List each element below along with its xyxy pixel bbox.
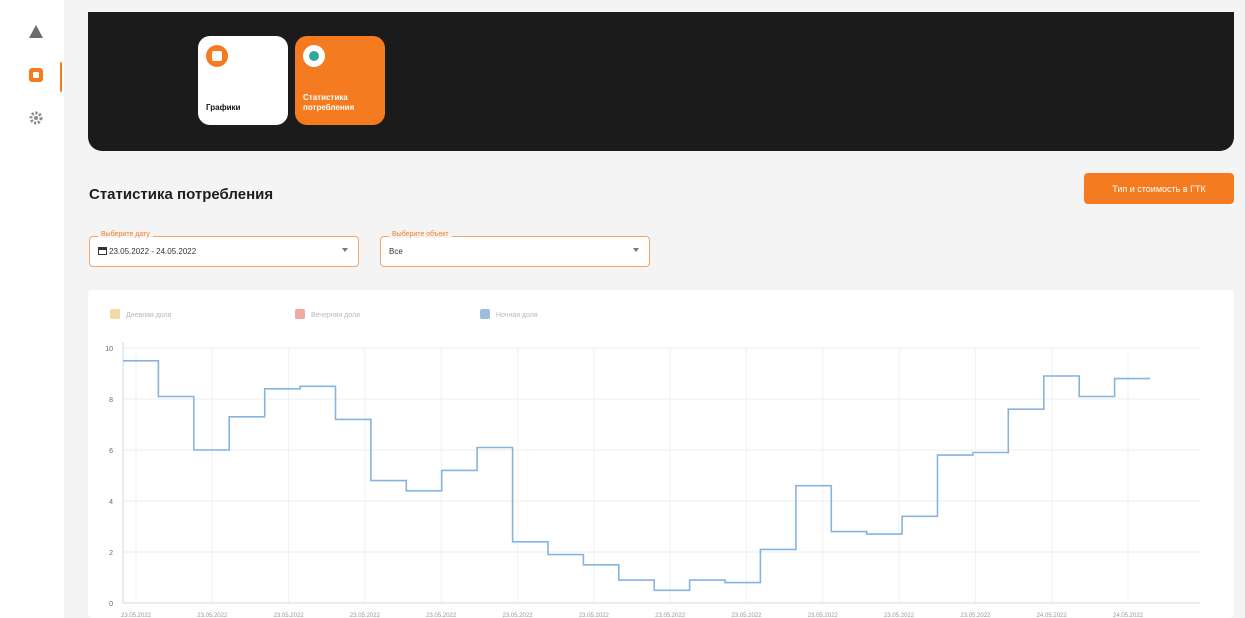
x-tick-label: 24.05.2022 (1113, 613, 1144, 618)
object-field-label: Выберите объект (389, 231, 452, 238)
y-tick-label: 4 (109, 499, 113, 506)
x-tick-label: 23.05.2022 (579, 613, 610, 618)
statistics-icon (303, 45, 325, 67)
sidebar-item-statistics[interactable] (26, 65, 46, 85)
y-tick-label: 8 (109, 397, 113, 404)
graphs-icon (206, 45, 228, 67)
gear-icon (29, 111, 43, 125)
legend-swatch (110, 309, 120, 319)
hero-panel: Графики Статистика потребления (88, 12, 1234, 151)
sidebar-active-indicator (60, 62, 62, 92)
x-tick-label: 23.05.2022 (808, 613, 839, 618)
sidebar (0, 0, 64, 618)
legend-label: Ночная доля (496, 312, 538, 319)
x-tick-label: 23.05.2022 (655, 613, 686, 618)
chevron-down-icon (633, 248, 639, 252)
x-tick-label: 23.05.2022 (503, 613, 534, 618)
calendar-icon (98, 247, 107, 255)
date-field-label: Выберите дату (98, 231, 153, 238)
main-area: Графики Статистика потребления Статистик… (64, 0, 1245, 618)
y-tick-label: 2 (109, 550, 113, 557)
x-tick-label: 23.05.2022 (731, 613, 762, 618)
y-tick-label: 0 (109, 601, 113, 608)
sidebar-item-settings[interactable] (26, 108, 46, 128)
x-tick-label: 23.05.2022 (121, 613, 152, 618)
chart-svg: Дневная доля Вечерняя доля Ночная доля 0 2 4 6… (105, 309, 1200, 618)
x-tick-label: 23.05.2022 (274, 613, 305, 618)
legend-label: Дневная доля (126, 312, 172, 319)
date-field-value: 23.05.2022 - 24.05.2022 (109, 247, 197, 256)
y-tick-label: 6 (109, 448, 113, 455)
x-tick-label: 23.05.2022 (884, 613, 915, 618)
sidebar-item-alerts[interactable] (26, 21, 46, 41)
warning-triangle-icon (29, 24, 43, 38)
date-range-field[interactable]: Выберите дату 23.05.2022 - 24.05.2022 (89, 231, 359, 267)
legend-swatch (480, 309, 490, 319)
x-tick-label: 24.05.2022 (1037, 613, 1068, 618)
mode-card-label: Графики (206, 103, 241, 112)
consumption-chart: Дневная доля Вечерняя доля Ночная доля 0 2 4 6… (88, 290, 1234, 618)
page-title: Статистика потребления (89, 186, 274, 203)
chart-square-icon (29, 68, 43, 82)
mode-card-graphs[interactable]: Графики (198, 36, 288, 125)
mode-card-label: Статистика потребления (303, 93, 355, 112)
object-field-value: Все (389, 247, 403, 256)
date-field-value-wrap: 23.05.2022 - 24.05.2022 (98, 247, 196, 256)
x-tick-label: 23.05.2022 (426, 613, 457, 618)
object-select[interactable]: Выберите объект Все (380, 231, 650, 267)
tariff-button[interactable]: Тип и стоимость в ГТК (1084, 173, 1234, 204)
x-tick-label: 23.05.2022 (960, 613, 991, 618)
series-line (123, 360, 1150, 592)
legend-label: Вечерняя доля (311, 312, 360, 319)
x-tick-label: 23.05.2022 (197, 613, 228, 618)
x-tick-label: 23.05.2022 (350, 613, 381, 618)
y-tick-label: 10 (105, 346, 113, 353)
mode-card-statistics[interactable]: Статистика потребления (295, 36, 385, 125)
chevron-down-icon (342, 248, 348, 252)
legend-swatch (295, 309, 305, 319)
